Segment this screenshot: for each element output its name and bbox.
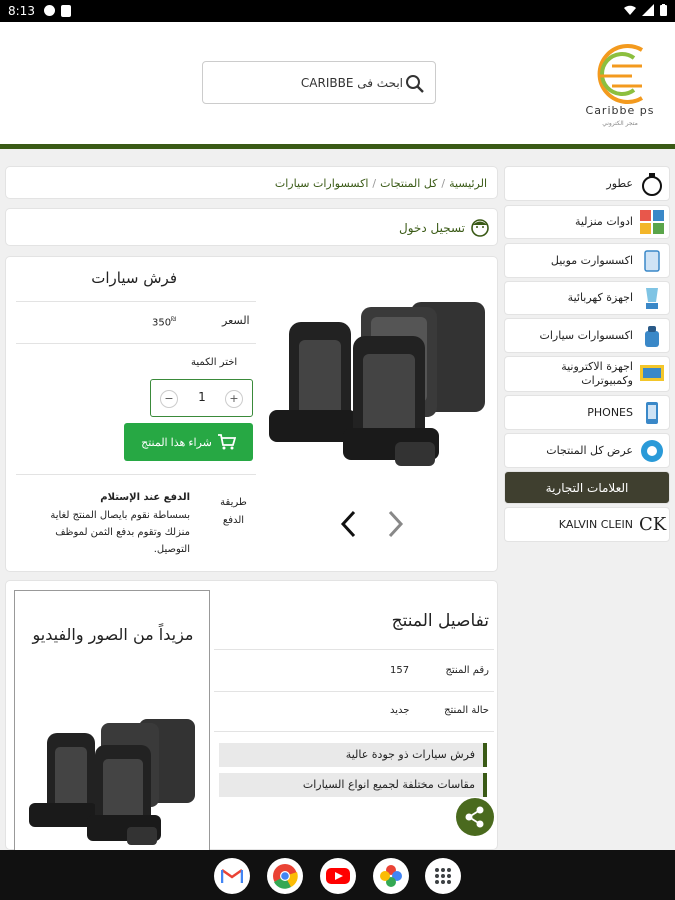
- sidebar-brand-calvin-klein[interactable]: CK KALVIN CLEIN: [504, 507, 670, 542]
- product-condition-label: حالة المنتج: [444, 705, 489, 716]
- currency-symbol: ₪: [171, 316, 176, 323]
- divider: [214, 731, 494, 732]
- product-number-label: رقم المنتج: [445, 665, 489, 676]
- product-title: فرش سيارات: [91, 269, 177, 287]
- sidebar-item-household[interactable]: ادوات منزلية: [504, 205, 670, 239]
- battery-icon: [660, 4, 667, 16]
- divider: [16, 301, 256, 302]
- payment-method-label: طريقة الدفع: [220, 497, 247, 526]
- login-link[interactable]: تسجيل دخول: [399, 221, 465, 235]
- search-input[interactable]: [213, 72, 403, 94]
- quantity-label: اختر الكمية: [191, 357, 238, 368]
- sidebar-item-phones[interactable]: PHONES: [504, 395, 670, 430]
- divider: [214, 649, 494, 650]
- payment-method-title: الدفع عند الإستلام: [100, 492, 190, 503]
- chrome-icon[interactable]: [267, 858, 303, 894]
- status-bar: 8:13: [0, 0, 675, 22]
- gmail-icon[interactable]: [214, 858, 250, 894]
- divider: [16, 343, 256, 344]
- signal-icon: [642, 4, 654, 16]
- feature-item: فرش سيارات ذو جودة عالية: [219, 743, 487, 767]
- more-media-box[interactable]: مزيداً من الصور والفيديو: [14, 590, 210, 860]
- breadcrumb-current: اكسسوارات سيارات: [274, 177, 369, 190]
- header-divider: [0, 144, 675, 149]
- product-condition-value: جديد: [390, 705, 410, 716]
- user-face-icon: [471, 219, 489, 237]
- breadcrumb-all-products-link[interactable]: كل المنتجات: [380, 177, 437, 190]
- product-image[interactable]: [261, 292, 493, 472]
- sidebar-item-label: ادوات منزلية: [574, 215, 633, 228]
- sidebar-item-label: KALVIN CLEIN: [558, 517, 633, 531]
- phone-icon: [646, 401, 658, 424]
- feature-item: مقاسات مختلفة لجميع انواع السيارات: [219, 773, 487, 797]
- wifi-icon: [624, 5, 636, 15]
- app-drawer-icon[interactable]: [425, 858, 461, 894]
- brands-title: العلامات التجارية: [545, 480, 629, 495]
- settings-status-icon: [44, 5, 55, 16]
- login-bar[interactable]: تسجيل دخول: [5, 208, 498, 246]
- breadcrumb: الرئيسية / كل المنتجات / اكسسوارات سيارا…: [5, 166, 498, 199]
- google-photos-icon[interactable]: [373, 858, 409, 894]
- search-box[interactable]: [202, 61, 436, 104]
- sidebar-item-electrical[interactable]: اجهزة كهربائية: [504, 281, 670, 315]
- product-details-card: تفاصيل المنتج رقم المنتج 157 حالة المنتج…: [5, 580, 498, 860]
- buy-product-button[interactable]: شراء هذا المنتج: [124, 423, 253, 461]
- perfume-icon: [642, 172, 662, 196]
- product-details-title: تفاصيل المنتج: [391, 611, 489, 631]
- divider: [214, 691, 494, 692]
- price-value: 350₪: [152, 316, 176, 328]
- sidebar-item-all-products[interactable]: عرض كل المنتجات: [504, 433, 670, 468]
- product-number-value: 157: [390, 665, 410, 676]
- sidebar-item-label: PHONES: [587, 405, 633, 419]
- sidebar-item-label: عرض كل المنتجات: [546, 443, 633, 457]
- android-taskbar: [0, 850, 675, 900]
- price-amount: 350: [152, 317, 172, 329]
- sidebar-item-electronics[interactable]: اجهزة الاكترونية وكمبيوترات: [504, 356, 670, 392]
- sidebar-item-label: عطور: [606, 176, 633, 190]
- quantity-stepper[interactable]: − 1 +: [150, 379, 253, 417]
- quantity-plus-button[interactable]: +: [225, 390, 243, 408]
- sidebar-item-label: اجهزة الاكترونية وكمبيوترات: [561, 360, 633, 387]
- sidebar-item-mobile-accessories[interactable]: اكسسوارت موبيل: [504, 243, 670, 278]
- logo-text: Caribbe ps: [585, 104, 655, 117]
- caribbe-logo-icon[interactable]: [572, 36, 668, 132]
- calvin-klein-logo: CK: [639, 513, 667, 535]
- product-thumbnail-image[interactable]: [19, 711, 207, 851]
- computer-icon: [640, 365, 664, 381]
- payment-method-description: بسساطة نقوم بايصال المنتج لغاية منزلك وت…: [50, 510, 190, 555]
- next-image-arrow-icon[interactable]: [384, 509, 406, 539]
- logo-subtitle: متجر الكتروني: [602, 120, 638, 127]
- blender-icon: [646, 288, 658, 309]
- sidebar-item-car-accessories[interactable]: اكسسوارات سيارات: [504, 318, 670, 353]
- cart-icon: [217, 434, 236, 450]
- more-media-title: مزيداً من الصور والفيديو: [32, 625, 194, 644]
- status-time: 8:13: [8, 4, 35, 18]
- share-button[interactable]: [456, 798, 494, 836]
- sidebar-item-label: اجهزة كهربائية: [567, 291, 633, 304]
- breadcrumb-separator: /: [372, 177, 377, 190]
- sidebar-item-label: اكسسوارات سيارات: [539, 328, 634, 342]
- sidebar-item-label: اكسسوارت موبيل: [550, 253, 633, 267]
- buy-button-label: شراء هذا المنتج: [141, 436, 212, 449]
- divider: [16, 474, 256, 475]
- price-label: السعر: [222, 314, 250, 327]
- sidebar-item-perfumes[interactable]: عطور: [504, 166, 670, 201]
- share-icon: [465, 806, 484, 828]
- brands-header: العلامات التجارية: [504, 471, 670, 504]
- youtube-icon[interactable]: [320, 858, 356, 894]
- breadcrumb-home-link[interactable]: الرئيسية: [449, 177, 487, 190]
- all-products-icon: [641, 439, 663, 462]
- prev-image-arrow-icon[interactable]: [338, 509, 360, 539]
- car-accessory-icon: [645, 325, 659, 347]
- breadcrumb-separator: /: [441, 177, 446, 190]
- product-card: فرش سيارات السعر 350₪ اختر الكمية − 1 + …: [5, 256, 498, 572]
- mobile-accessory-icon: [644, 249, 660, 272]
- household-icon: [640, 210, 664, 234]
- quantity-value[interactable]: 1: [195, 390, 209, 404]
- search-icon[interactable]: [405, 74, 425, 94]
- quantity-minus-button[interactable]: −: [160, 390, 178, 408]
- sd-card-icon: [61, 5, 71, 17]
